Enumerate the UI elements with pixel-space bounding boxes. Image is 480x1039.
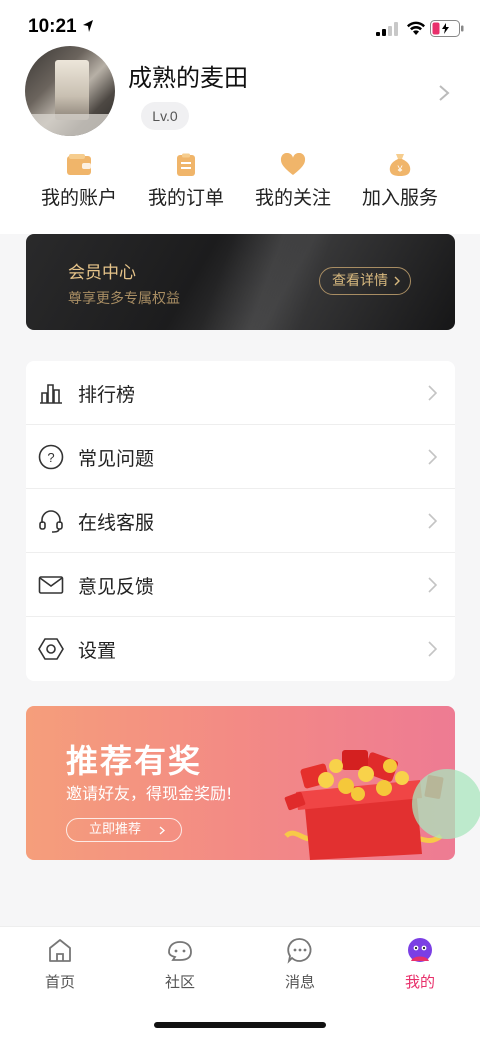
wifi-icon — [407, 21, 425, 35]
svg-text:¥: ¥ — [396, 164, 403, 174]
chevron-right-icon — [428, 449, 437, 465]
refer-now-label: 立即推荐 — [89, 822, 142, 837]
menu-item-label: 常见问题 — [78, 448, 155, 470]
question-icon: ? — [38, 444, 64, 470]
view-details-button[interactable]: 查看详情 — [319, 267, 411, 295]
chevron-right-icon — [394, 276, 400, 286]
menu-list: 排行榜 ? 常见问题 在线客服 意见反馈 设置 — [26, 361, 455, 681]
avatar[interactable] — [25, 46, 115, 136]
tab-mine[interactable]: 我的 — [360, 935, 480, 992]
tab-messages[interactable]: 消息 — [240, 935, 360, 992]
menu-item-feedback[interactable]: 意见反馈 — [26, 553, 455, 617]
menu-item-label: 排行榜 — [78, 384, 136, 406]
profile-header: 成熟的麦田 Lv.0 我的账户 我的订单 我的关注 ¥ 加入服务 — [0, 46, 480, 234]
chevron-right-icon — [428, 385, 437, 401]
svg-text:?: ? — [47, 450, 54, 465]
menu-item-ranking[interactable]: 排行榜 — [26, 361, 455, 425]
view-details-label: 查看详情 — [332, 273, 388, 289]
floating-assistant-ball[interactable] — [412, 769, 480, 839]
quick-action-join-service[interactable]: ¥ 加入服务 — [345, 153, 455, 210]
chevron-right-icon — [428, 641, 437, 657]
order-icon — [177, 153, 195, 176]
tab-home[interactable]: 首页 — [0, 935, 120, 992]
quick-action-account[interactable]: 我的账户 — [24, 153, 134, 210]
community-icon — [168, 941, 192, 961]
menu-item-label: 在线客服 — [78, 512, 155, 534]
profile-icon — [408, 938, 432, 962]
quick-action-label: 加入服务 — [361, 187, 438, 209]
tab-label: 消息 — [284, 973, 315, 991]
referral-title: 推荐有奖 — [66, 742, 203, 780]
headset-icon — [39, 510, 63, 533]
referral-subtitle: 邀请好友，得现金奖励! — [66, 784, 233, 803]
heart-icon — [280, 153, 306, 175]
home-icon — [49, 939, 71, 962]
message-icon — [287, 938, 312, 964]
home-indicator — [154, 1022, 326, 1028]
status-time: 10:21 — [28, 16, 77, 37]
refer-now-button[interactable]: 立即推荐 — [66, 818, 182, 842]
tab-label: 我的 — [404, 973, 435, 991]
menu-item-customer-service[interactable]: 在线客服 — [26, 489, 455, 553]
chevron-right-icon — [159, 826, 165, 835]
mail-icon — [38, 576, 64, 594]
username: 成熟的麦田 — [128, 64, 248, 92]
cellular-signal-icon — [376, 22, 398, 36]
quick-action-follows[interactable]: 我的关注 — [238, 153, 348, 210]
tab-community[interactable]: 社区 — [120, 935, 240, 992]
quick-action-label: 我的账户 — [40, 187, 117, 209]
quick-actions: 我的账户 我的订单 我的关注 ¥ 加入服务 — [0, 153, 480, 213]
member-center-card[interactable]: 会员中心 尊享更多专属权益 查看详情 — [26, 234, 455, 330]
menu-item-label: 设置 — [78, 640, 117, 662]
settings-icon — [38, 638, 64, 660]
location-arrow-icon — [83, 20, 93, 32]
menu-item-settings[interactable]: 设置 — [26, 617, 455, 681]
member-center-subtitle: 尊享更多专属权益 — [68, 291, 180, 307]
member-center-title: 会员中心 — [68, 263, 136, 283]
money-bag-icon: ¥ — [389, 154, 411, 176]
ranking-icon — [40, 384, 62, 404]
quick-action-label: 我的订单 — [147, 187, 224, 209]
referral-banner[interactable]: 推荐有奖 邀请好友，得现金奖励! 立即推荐 — [26, 706, 455, 860]
quick-action-label: 我的关注 — [254, 187, 331, 209]
chevron-right-icon — [428, 513, 437, 529]
tab-label: 社区 — [164, 973, 195, 991]
tab-label: 首页 — [44, 973, 75, 991]
battery-icon — [430, 20, 464, 37]
wallet-icon — [67, 154, 91, 175]
chevron-right-icon — [428, 577, 437, 593]
quick-action-orders[interactable]: 我的订单 — [131, 153, 241, 210]
menu-item-label: 意见反馈 — [78, 576, 155, 598]
menu-item-faq[interactable]: ? 常见问题 — [26, 425, 455, 489]
level-badge: Lv.0 — [141, 102, 189, 130]
chevron-right-icon[interactable] — [438, 84, 450, 102]
